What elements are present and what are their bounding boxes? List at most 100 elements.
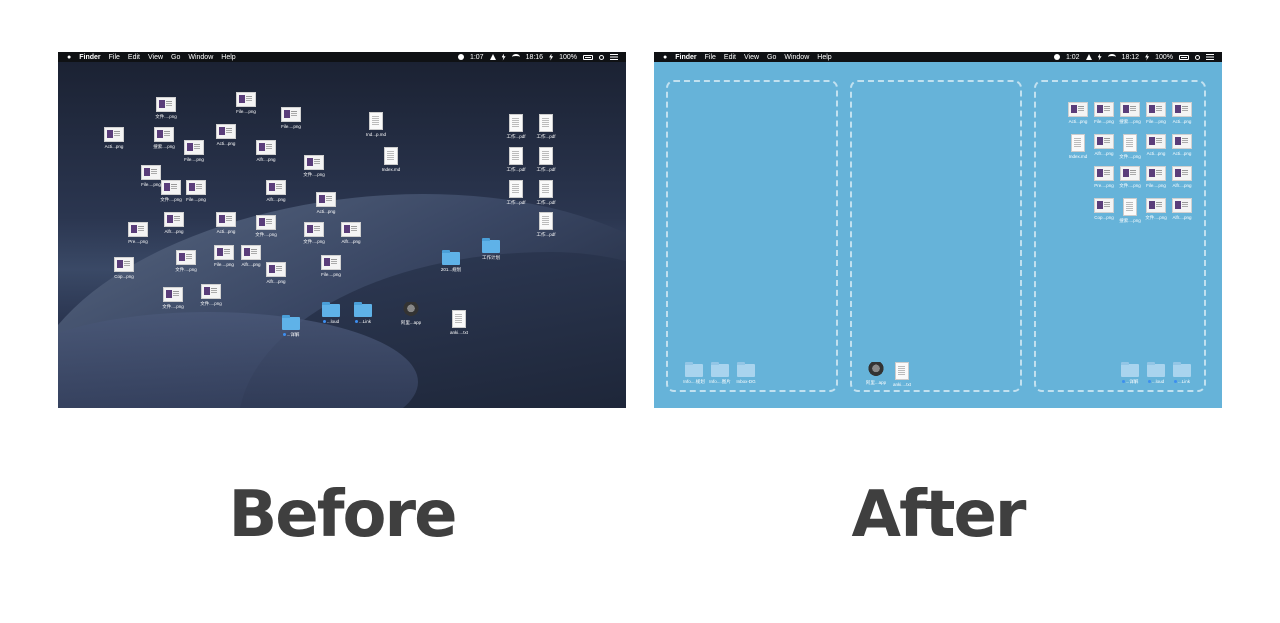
timer-icon[interactable] bbox=[1053, 54, 1060, 60]
desktop-file-icon[interactable]: Acti...png bbox=[208, 212, 244, 234]
menu-edit[interactable]: Edit bbox=[128, 54, 140, 61]
menu-file[interactable]: File bbox=[705, 54, 716, 61]
timer-icon[interactable] bbox=[457, 54, 464, 60]
desktop-file-icon[interactable]: Acti...png bbox=[96, 127, 132, 149]
menu-window[interactable]: Window bbox=[188, 54, 213, 61]
wifi-icon[interactable] bbox=[511, 54, 520, 60]
battery-icon[interactable] bbox=[583, 54, 593, 60]
desktop-file-icon[interactable]: Alfr....png bbox=[248, 140, 284, 162]
tag-dot-icon bbox=[1147, 380, 1151, 383]
desktop-file-icon[interactable]: anki....txt bbox=[441, 310, 477, 335]
file-label-text: 工作...pdf bbox=[506, 167, 526, 172]
desktop-file-icon[interactable]: File....png bbox=[313, 255, 349, 277]
desktop-file-icon[interactable]: Cop...png bbox=[106, 257, 142, 279]
desktop-file-icon[interactable]: Index.md bbox=[373, 147, 409, 172]
desktop-file-icon[interactable]: File....png bbox=[178, 180, 214, 202]
file-label: File....png bbox=[273, 124, 309, 129]
file-label: 文件....png bbox=[155, 304, 191, 309]
tag-dot-icon bbox=[1121, 380, 1125, 383]
desktop-file-icon[interactable]: 文件....png bbox=[248, 215, 284, 237]
menu-go[interactable]: Go bbox=[171, 54, 180, 61]
desktop-file-icon[interactable]: Pre....png bbox=[120, 222, 156, 244]
desktop-file-icon[interactable]: Acti...png bbox=[308, 192, 344, 214]
file-label: Index.md bbox=[373, 167, 409, 172]
clock[interactable]: 18:12 bbox=[1122, 54, 1140, 61]
apple-icon[interactable]: ● bbox=[67, 54, 71, 61]
notification-center-icon[interactable] bbox=[610, 54, 618, 60]
spotlight-icon[interactable] bbox=[599, 54, 604, 60]
desktop-file-icon[interactable]: Inbox-DG bbox=[728, 362, 764, 384]
location-icon[interactable] bbox=[489, 54, 496, 60]
file-label-text: ...Link bbox=[1177, 379, 1190, 384]
desktop-file-icon[interactable]: 阿里...app bbox=[393, 302, 429, 325]
app-icon bbox=[403, 302, 419, 318]
menu-view[interactable]: View bbox=[744, 54, 759, 61]
desktop-file-icon[interactable]: Alfr....png bbox=[1164, 166, 1200, 188]
menu-edit[interactable]: Edit bbox=[724, 54, 736, 61]
wifi-icon[interactable] bbox=[1107, 54, 1116, 60]
desktop-file-icon[interactable]: ...详解 bbox=[273, 315, 309, 337]
file-label: 201...规划 bbox=[433, 267, 469, 272]
desktop-file-icon[interactable]: 工作...pdf bbox=[528, 180, 564, 205]
desktop-file-icon[interactable]: 工作计划 bbox=[473, 238, 509, 260]
desktop-file-icon[interactable]: ...loud bbox=[313, 302, 349, 324]
desktop-file-icon[interactable]: 201...规划 bbox=[433, 250, 469, 272]
desktop-file-icon[interactable]: ...Link bbox=[345, 302, 381, 324]
folder-icon bbox=[1173, 362, 1191, 377]
desktop-file-icon[interactable]: Acti...png bbox=[1164, 102, 1200, 124]
location-icon[interactable] bbox=[1085, 54, 1092, 60]
desktop-file-icon[interactable]: Alfr....png bbox=[1164, 198, 1200, 220]
file-label: 文件....png bbox=[148, 114, 184, 119]
timer-readout[interactable]: 1:02 bbox=[1066, 54, 1080, 61]
desktop-file-icon[interactable]: Alfr....png bbox=[258, 262, 294, 284]
power-icon[interactable] bbox=[1097, 53, 1102, 61]
desktop-file-icon[interactable]: 文件....png bbox=[296, 222, 332, 244]
desktop-file-icon[interactable]: File....png bbox=[228, 92, 264, 114]
desktop-file-icon[interactable]: anki....txt bbox=[884, 362, 920, 387]
image-thumbnail-icon bbox=[266, 262, 286, 277]
desktop-file-icon[interactable]: Alfr....png bbox=[156, 212, 192, 234]
image-thumbnail-icon bbox=[216, 212, 236, 227]
menu-app-name[interactable]: Finder bbox=[79, 54, 100, 61]
file-label-text: Pre....png bbox=[1094, 183, 1114, 188]
timer-readout[interactable]: 1:07 bbox=[470, 54, 484, 61]
desktop-file-icon[interactable]: 文件....png bbox=[193, 284, 229, 306]
desktop-file-icon[interactable]: Acti...png bbox=[208, 124, 244, 146]
desktop-file-icon[interactable]: 工作...pdf bbox=[528, 212, 564, 237]
file-label: ...详解 bbox=[273, 332, 309, 337]
battery-percent[interactable]: 100% bbox=[1155, 54, 1173, 61]
desktop-file-icon[interactable]: 文件....png bbox=[155, 287, 191, 309]
menu-app-name[interactable]: Finder bbox=[675, 54, 696, 61]
after-screenshot: ● Finder File Edit View Go Window Help 1… bbox=[654, 52, 1222, 408]
battery-icon[interactable] bbox=[1179, 54, 1189, 60]
desktop-file-icon[interactable]: Acti...png bbox=[1164, 134, 1200, 156]
desktop-file-icon[interactable]: 文件....png bbox=[148, 97, 184, 119]
desktop-file-icon[interactable]: 文件....png bbox=[296, 155, 332, 177]
clock[interactable]: 18:16 bbox=[526, 54, 544, 61]
desktop-file-icon[interactable]: Alfr....png bbox=[333, 222, 369, 244]
apple-icon[interactable]: ● bbox=[663, 54, 667, 61]
before-screenshot: ● Finder File Edit View Go Window Help 1… bbox=[58, 52, 626, 408]
desktop-file-icon[interactable]: 文件....png bbox=[168, 250, 204, 272]
power-icon[interactable] bbox=[501, 53, 506, 61]
menu-window[interactable]: Window bbox=[784, 54, 809, 61]
menu-file[interactable]: File bbox=[109, 54, 120, 61]
desktop-file-icon[interactable]: File....png bbox=[176, 140, 212, 162]
desktop-file-icon[interactable]: ...Link bbox=[1164, 362, 1200, 384]
menu-go[interactable]: Go bbox=[767, 54, 776, 61]
image-thumbnail-icon bbox=[163, 287, 183, 302]
file-label: File....png bbox=[178, 197, 214, 202]
menu-help[interactable]: Help bbox=[221, 54, 235, 61]
notification-center-icon[interactable] bbox=[1206, 54, 1214, 60]
desktop-file-icon[interactable]: 工作...pdf bbox=[528, 147, 564, 172]
desktop-file-icon[interactable]: 工作...pdf bbox=[528, 114, 564, 139]
image-thumbnail-icon bbox=[256, 140, 276, 155]
desktop-file-icon[interactable]: Ind...p.md bbox=[358, 112, 394, 137]
battery-percent[interactable]: 100% bbox=[559, 54, 577, 61]
desktop-file-icon[interactable]: Alfr....png bbox=[258, 180, 294, 202]
spotlight-icon[interactable] bbox=[1195, 54, 1200, 60]
desktop-file-icon[interactable]: File....png bbox=[273, 107, 309, 129]
menu-help[interactable]: Help bbox=[817, 54, 831, 61]
file-label-text: File....png bbox=[281, 124, 301, 129]
menu-view[interactable]: View bbox=[148, 54, 163, 61]
